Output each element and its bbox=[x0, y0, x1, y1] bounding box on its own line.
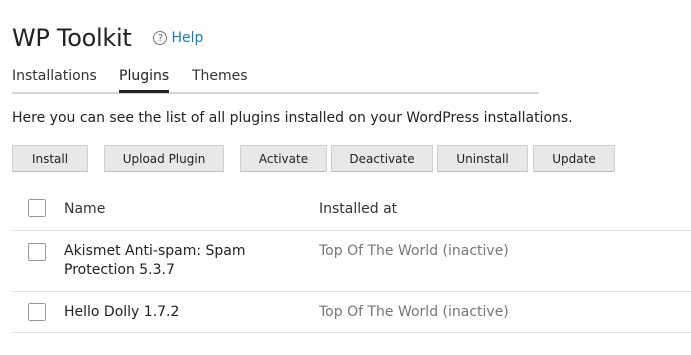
installed-at-link[interactable]: Top Of The World (inactive) bbox=[319, 303, 509, 322]
plugins-table: Name Installed at Akismet Anti-spam: Spa… bbox=[12, 188, 691, 333]
activate-button[interactable]: Activate bbox=[240, 145, 327, 172]
tab-themes[interactable]: Themes bbox=[192, 68, 248, 84]
page-description: Here you can see the list of all plugins… bbox=[12, 110, 573, 126]
select-all-checkbox[interactable] bbox=[28, 199, 46, 217]
help-link[interactable]: ? Help bbox=[153, 30, 203, 46]
table-header: Name Installed at bbox=[12, 188, 691, 231]
table-row: Akismet Anti-spam: Spam Protection 5.3.7… bbox=[12, 231, 691, 292]
help-icon: ? bbox=[153, 31, 168, 45]
page-title: WP Toolkit bbox=[12, 24, 132, 52]
plugin-name: Akismet Anti-spam: Spam Protection 5.3.7 bbox=[64, 243, 246, 278]
upload-plugin-button[interactable]: Upload Plugin bbox=[104, 145, 224, 172]
page-header: WP Toolkit ? Help bbox=[12, 24, 203, 52]
install-button[interactable]: Install bbox=[12, 145, 88, 172]
deactivate-button[interactable]: Deactivate bbox=[331, 145, 433, 172]
update-button[interactable]: Update bbox=[533, 145, 615, 172]
tab-installations[interactable]: Installations bbox=[12, 68, 97, 84]
installed-at-link[interactable]: Top Of The World (inactive) bbox=[319, 242, 509, 261]
uninstall-button[interactable]: Uninstall bbox=[437, 145, 528, 172]
tab-plugins[interactable]: Plugins bbox=[119, 68, 170, 93]
table-row: Hello Dolly 1.7.2 Top Of The World (inac… bbox=[12, 292, 691, 333]
row-checkbox[interactable] bbox=[28, 243, 46, 261]
column-header-installed-at[interactable]: Installed at bbox=[319, 200, 397, 219]
plugin-name: Hello Dolly 1.7.2 bbox=[64, 304, 180, 320]
row-checkbox[interactable] bbox=[28, 303, 46, 321]
tab-bar: Installations Plugins Themes bbox=[12, 68, 539, 94]
help-label: Help bbox=[171, 30, 204, 46]
column-header-name[interactable]: Name bbox=[64, 200, 105, 219]
